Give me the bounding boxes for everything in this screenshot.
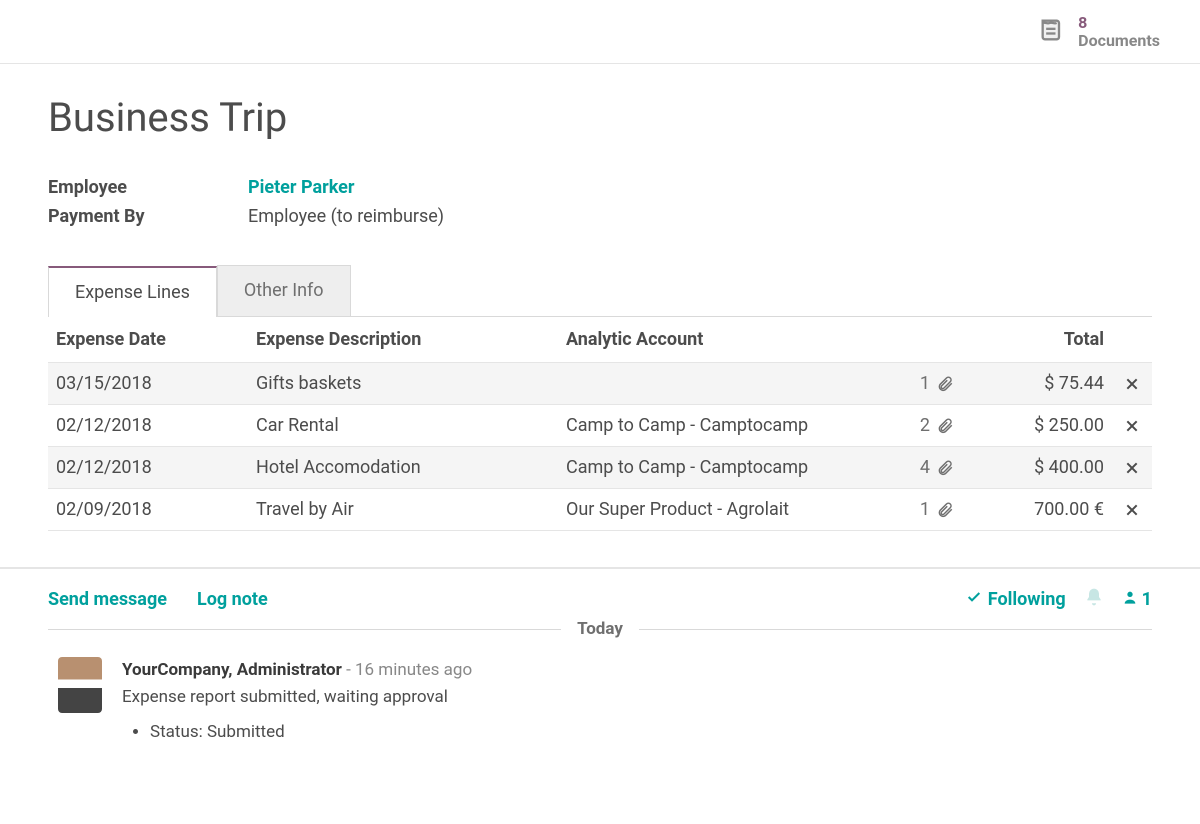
cell-analytic: Our Super Product - Agrolait xyxy=(558,489,892,531)
table-row[interactable]: 02/12/2018Car RentalCamp to Camp - Campt… xyxy=(48,405,1152,447)
col-analytic: Analytic Account xyxy=(558,317,892,363)
payment-by-label: Payment By xyxy=(48,206,248,227)
log-note-button[interactable]: Log note xyxy=(197,589,268,610)
tab-other-info[interactable]: Other Info xyxy=(217,265,351,316)
table-row[interactable]: 02/09/2018Travel by AirOur Super Product… xyxy=(48,489,1152,531)
following-label: Following xyxy=(988,589,1066,610)
cell-total: $ 75.44 xyxy=(962,363,1112,405)
col-total: Total xyxy=(962,317,1112,363)
delete-row-button[interactable] xyxy=(1112,447,1152,489)
message-author[interactable]: YourCompany, Administrator xyxy=(122,660,342,680)
attach-count: 4 xyxy=(920,457,930,478)
follower-number: 1 xyxy=(1142,589,1152,610)
close-icon xyxy=(1124,373,1140,394)
check-icon xyxy=(966,589,982,610)
close-icon xyxy=(1124,499,1140,520)
attach-count: 1 xyxy=(920,373,930,394)
cell-desc: Travel by Air xyxy=(248,489,558,531)
table-row[interactable]: 02/12/2018Hotel AccomodationCamp to Camp… xyxy=(48,447,1152,489)
attach-count: 1 xyxy=(920,499,930,520)
message-bullet: Status: Submitted xyxy=(150,719,472,746)
page-title: Business Trip xyxy=(48,94,1152,141)
close-icon xyxy=(1124,457,1140,478)
cell-analytic: Camp to Camp - Camptocamp xyxy=(558,405,892,447)
cell-analytic: Camp to Camp - Camptocamp xyxy=(558,447,892,489)
message-body: Expense report submitted, waiting approv… xyxy=(122,684,472,711)
employee-label: Employee xyxy=(48,177,248,198)
cell-date: 03/15/2018 xyxy=(48,363,248,405)
cell-attachments[interactable]: 2 xyxy=(892,405,962,447)
cell-date: 02/09/2018 xyxy=(48,489,248,531)
attach-count: 2 xyxy=(920,415,930,436)
bell-icon[interactable] xyxy=(1084,587,1104,611)
following-button[interactable]: Following xyxy=(966,589,1066,610)
table-row[interactable]: 03/15/2018Gifts baskets 1 $ 75.44 xyxy=(48,363,1152,405)
cell-attachments[interactable]: 4 xyxy=(892,447,962,489)
documents-icon xyxy=(1038,16,1066,48)
cell-total: 700.00 € xyxy=(962,489,1112,531)
cell-desc: Gifts baskets xyxy=(248,363,558,405)
cell-desc: Hotel Accomodation xyxy=(248,447,558,489)
paperclip-icon xyxy=(930,457,954,478)
date-separator: Today xyxy=(561,619,639,639)
expense-table: Expense Date Expense Description Analyti… xyxy=(48,317,1152,531)
cell-desc: Car Rental xyxy=(248,405,558,447)
cell-total: $ 250.00 xyxy=(962,405,1112,447)
cell-date: 02/12/2018 xyxy=(48,447,248,489)
documents-button[interactable]: 8 Documents xyxy=(1038,14,1160,49)
avatar xyxy=(58,657,102,713)
documents-label: Documents xyxy=(1078,32,1160,50)
employee-link[interactable]: Pieter Parker xyxy=(248,177,354,198)
col-desc: Expense Description xyxy=(248,317,558,363)
documents-count: 8 xyxy=(1078,14,1160,32)
paperclip-icon xyxy=(930,499,954,520)
delete-row-button[interactable] xyxy=(1112,405,1152,447)
close-icon xyxy=(1124,415,1140,436)
cell-attachments[interactable]: 1 xyxy=(892,363,962,405)
paperclip-icon xyxy=(930,415,954,436)
payment-by-value: Employee (to reimburse) xyxy=(248,206,444,227)
person-icon xyxy=(1122,589,1138,610)
send-message-button[interactable]: Send message xyxy=(48,589,167,610)
tab-expense-lines[interactable]: Expense Lines xyxy=(48,266,217,317)
cell-attachments[interactable]: 1 xyxy=(892,489,962,531)
delete-row-button[interactable] xyxy=(1112,363,1152,405)
follower-count[interactable]: 1 xyxy=(1122,589,1152,610)
cell-date: 02/12/2018 xyxy=(48,405,248,447)
delete-row-button[interactable] xyxy=(1112,489,1152,531)
message-time: - 16 minutes ago xyxy=(346,660,472,680)
cell-analytic xyxy=(558,363,892,405)
cell-total: $ 400.00 xyxy=(962,447,1112,489)
col-date: Expense Date xyxy=(48,317,248,363)
paperclip-icon xyxy=(930,373,954,394)
